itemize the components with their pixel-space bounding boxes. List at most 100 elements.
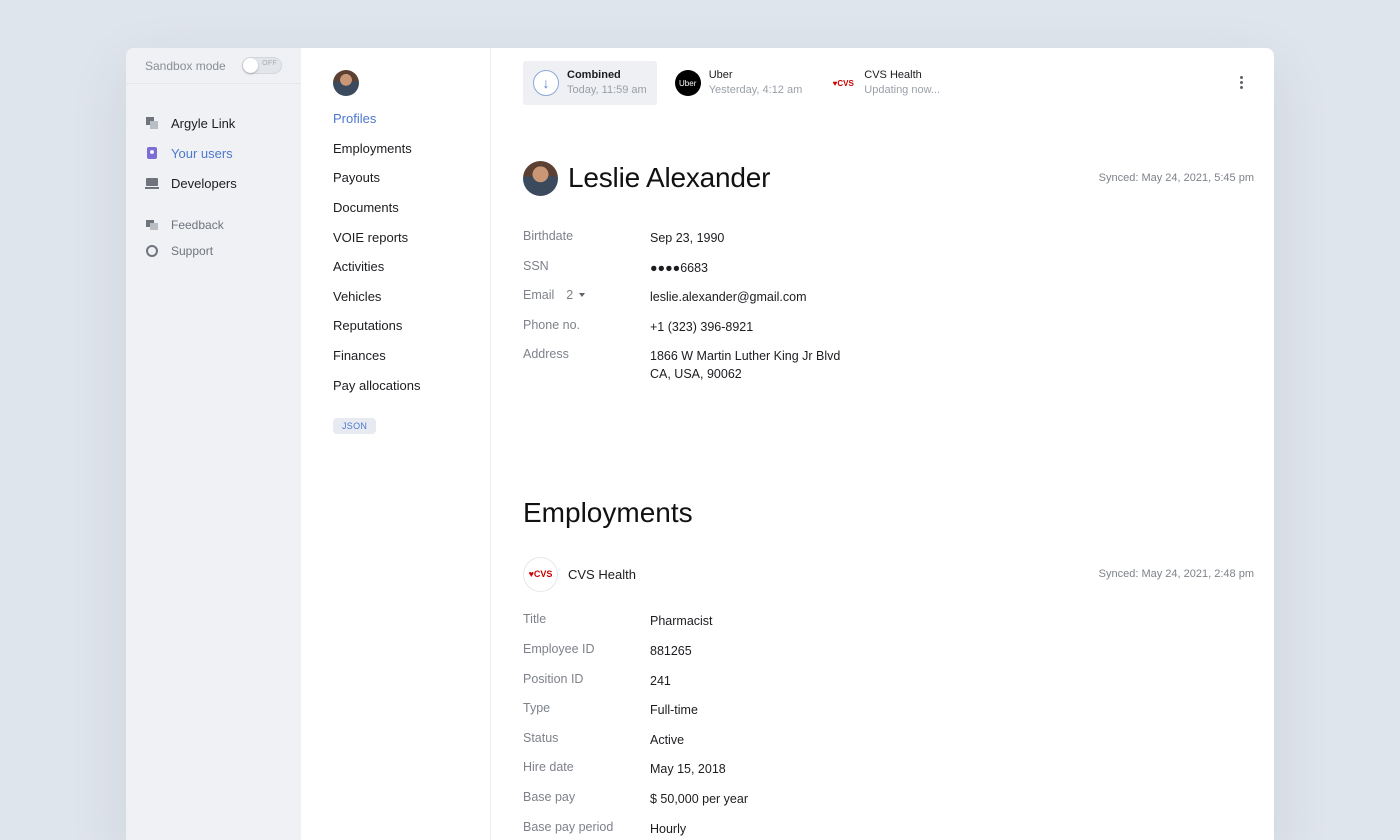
feedback-icon xyxy=(145,218,159,232)
field-row-ssn: SSN ●●●●6683 xyxy=(523,252,1254,282)
field-value-address: 1866 W Martin Luther King Jr Blvd CA, US… xyxy=(650,347,840,383)
profile-name: Leslie Alexander xyxy=(568,162,771,193)
source-name: Combined xyxy=(567,69,621,81)
nav-item-label: Your users xyxy=(171,145,233,161)
field-value: $ 50,000 per year xyxy=(650,791,748,806)
users-icon xyxy=(145,146,159,160)
field-row-phone: Phone no. +1 (323) 396-8921 xyxy=(523,311,1254,341)
field-label: Base pay period xyxy=(523,819,614,834)
user-subnav: Profiles Employments Payouts Documents V… xyxy=(301,48,491,840)
nav-item-feedback[interactable]: Feedback xyxy=(126,212,301,238)
subnav-item-profiles[interactable]: Profiles xyxy=(333,104,490,134)
link-icon xyxy=(145,116,159,130)
field-value: 881265 xyxy=(650,643,692,658)
nav-item-developers[interactable]: Developers xyxy=(126,168,301,198)
employment-header: ♥CVS CVS Health Synced: May 24, 2021, 2:… xyxy=(523,549,1254,599)
field-row-position-id: Position ID 241 xyxy=(523,665,1254,695)
main-content: Combined Today, 11:59 am Uber Uber Yeste… xyxy=(491,48,1274,840)
nav-item-your-users[interactable]: Your users xyxy=(126,138,301,168)
source-time: Yesterday, 4:12 am xyxy=(708,84,803,96)
secondary-nav: Feedback Support xyxy=(126,198,301,264)
toggle-state-label: OFF xyxy=(262,60,277,67)
employer-name: CVS Health xyxy=(568,566,636,582)
caret-down-icon xyxy=(579,293,586,298)
field-row-status: Status Active xyxy=(523,724,1254,754)
source-time: Updating now... xyxy=(864,84,941,96)
field-label: Employee ID xyxy=(523,641,595,656)
subnav-item-vehicles[interactable]: Vehicles xyxy=(333,282,490,312)
field-value: Hourly xyxy=(650,821,687,836)
data-source-tabs: Combined Today, 11:59 am Uber Uber Yeste… xyxy=(523,48,1254,118)
cvs-logo-icon: ♥CVS xyxy=(523,556,558,592)
nav-item-support[interactable]: Support xyxy=(126,238,301,264)
nav-item-argyle-link[interactable]: Argyle Link xyxy=(126,108,301,138)
avatar xyxy=(523,160,558,196)
subnav-item-pay-allocations[interactable]: Pay allocations xyxy=(333,370,490,400)
support-icon xyxy=(145,244,159,258)
field-label: Hire date xyxy=(523,760,574,775)
avatar xyxy=(333,70,359,96)
employment-fields: Title Pharmacist Employee ID 881265 Posi… xyxy=(523,605,1254,840)
app-window: Sandbox mode OFF Argyle Link Your users … xyxy=(126,48,1274,840)
left-nav: Sandbox mode OFF Argyle Link Your users … xyxy=(126,48,301,840)
field-label: Address xyxy=(523,347,569,362)
address-line-2: CA, USA, 90062 xyxy=(650,367,742,382)
nav-item-label: Support xyxy=(171,244,214,258)
source-name: Uber xyxy=(708,69,733,81)
subnav-item-payouts[interactable]: Payouts xyxy=(333,163,490,193)
field-label: Type xyxy=(523,701,551,716)
sandbox-mode-row: Sandbox mode OFF xyxy=(126,48,301,84)
field-label: Email xyxy=(523,288,555,303)
source-time: Today, 11:59 am xyxy=(567,84,647,96)
field-row-employee-id: Employee ID 881265 xyxy=(523,635,1254,665)
field-row-base-pay: Base pay $ 50,000 per year xyxy=(523,783,1254,813)
subnav-item-activities[interactable]: Activities xyxy=(333,252,490,282)
nav-item-label: Argyle Link xyxy=(171,115,236,131)
field-label: Title xyxy=(523,612,547,627)
profile-synced-time: Synced: May 24, 2021, 5:45 pm xyxy=(1098,172,1254,184)
field-value: Full-time xyxy=(650,703,698,718)
field-value: Pharmacist xyxy=(650,614,713,629)
field-value: May 15, 2018 xyxy=(650,762,726,777)
source-name: CVS Health xyxy=(864,69,922,81)
laptop-icon xyxy=(145,176,159,190)
subnav-item-finances[interactable]: Finances xyxy=(333,341,490,371)
field-row-birthdate: Birthdate Sep 23, 1990 xyxy=(523,222,1254,252)
source-tab-cvs-health[interactable]: ♥CVS CVS Health Updating now... xyxy=(820,61,950,105)
field-row-type: Type Full-time xyxy=(523,694,1254,724)
field-value: 241 xyxy=(650,673,671,688)
json-button[interactable]: JSON xyxy=(333,417,377,434)
subnav-item-documents[interactable]: Documents xyxy=(333,193,490,223)
field-value: Sep 23, 1990 xyxy=(650,231,725,245)
primary-nav: Argyle Link Your users Developers xyxy=(126,84,301,198)
sandbox-toggle[interactable]: OFF xyxy=(242,57,282,74)
source-tab-combined[interactable]: Combined Today, 11:59 am xyxy=(523,61,657,105)
profile-header: Leslie Alexander Synced: May 24, 2021, 5… xyxy=(523,148,1254,208)
field-row-address: Address 1866 W Martin Luther King Jr Blv… xyxy=(523,340,1254,383)
subnav-item-reputations[interactable]: Reputations xyxy=(333,311,490,341)
field-row-title: Title Pharmacist xyxy=(523,605,1254,635)
field-value: Active xyxy=(650,732,685,747)
field-label: Birthdate xyxy=(523,229,574,243)
employments-section-title: Employments xyxy=(523,497,693,529)
subnav-item-voie-reports[interactable]: VOIE reports xyxy=(333,222,490,252)
uber-logo-icon: Uber xyxy=(674,70,701,96)
email-count-dropdown[interactable]: 2 xyxy=(566,288,586,303)
field-label-email: Email 2 xyxy=(523,288,650,302)
field-value: leslie.alexander@gmail.com xyxy=(650,290,807,305)
sandbox-mode-label: Sandbox mode xyxy=(145,58,226,73)
field-label: Phone no. xyxy=(523,317,580,332)
field-value: ●●●●6683 xyxy=(650,260,709,275)
toggle-knob xyxy=(243,58,258,73)
source-tab-uber[interactable]: Uber Uber Yesterday, 4:12 am xyxy=(665,61,813,105)
field-label: Position ID xyxy=(523,671,584,686)
nav-item-label: Feedback xyxy=(171,218,224,232)
more-options-icon[interactable] xyxy=(1240,76,1244,91)
email-count: 2 xyxy=(566,288,574,303)
field-row-base-pay-period: Base pay period Hourly xyxy=(523,813,1254,840)
subnav-item-employments[interactable]: Employments xyxy=(333,134,490,164)
employment-synced-time: Synced: May 24, 2021, 2:48 pm xyxy=(1098,568,1254,581)
combined-logo-icon xyxy=(533,70,559,96)
profile-fields: Birthdate Sep 23, 1990 SSN ●●●●6683 Emai… xyxy=(523,222,1254,383)
field-row-hire-date: Hire date May 15, 2018 xyxy=(523,753,1254,783)
